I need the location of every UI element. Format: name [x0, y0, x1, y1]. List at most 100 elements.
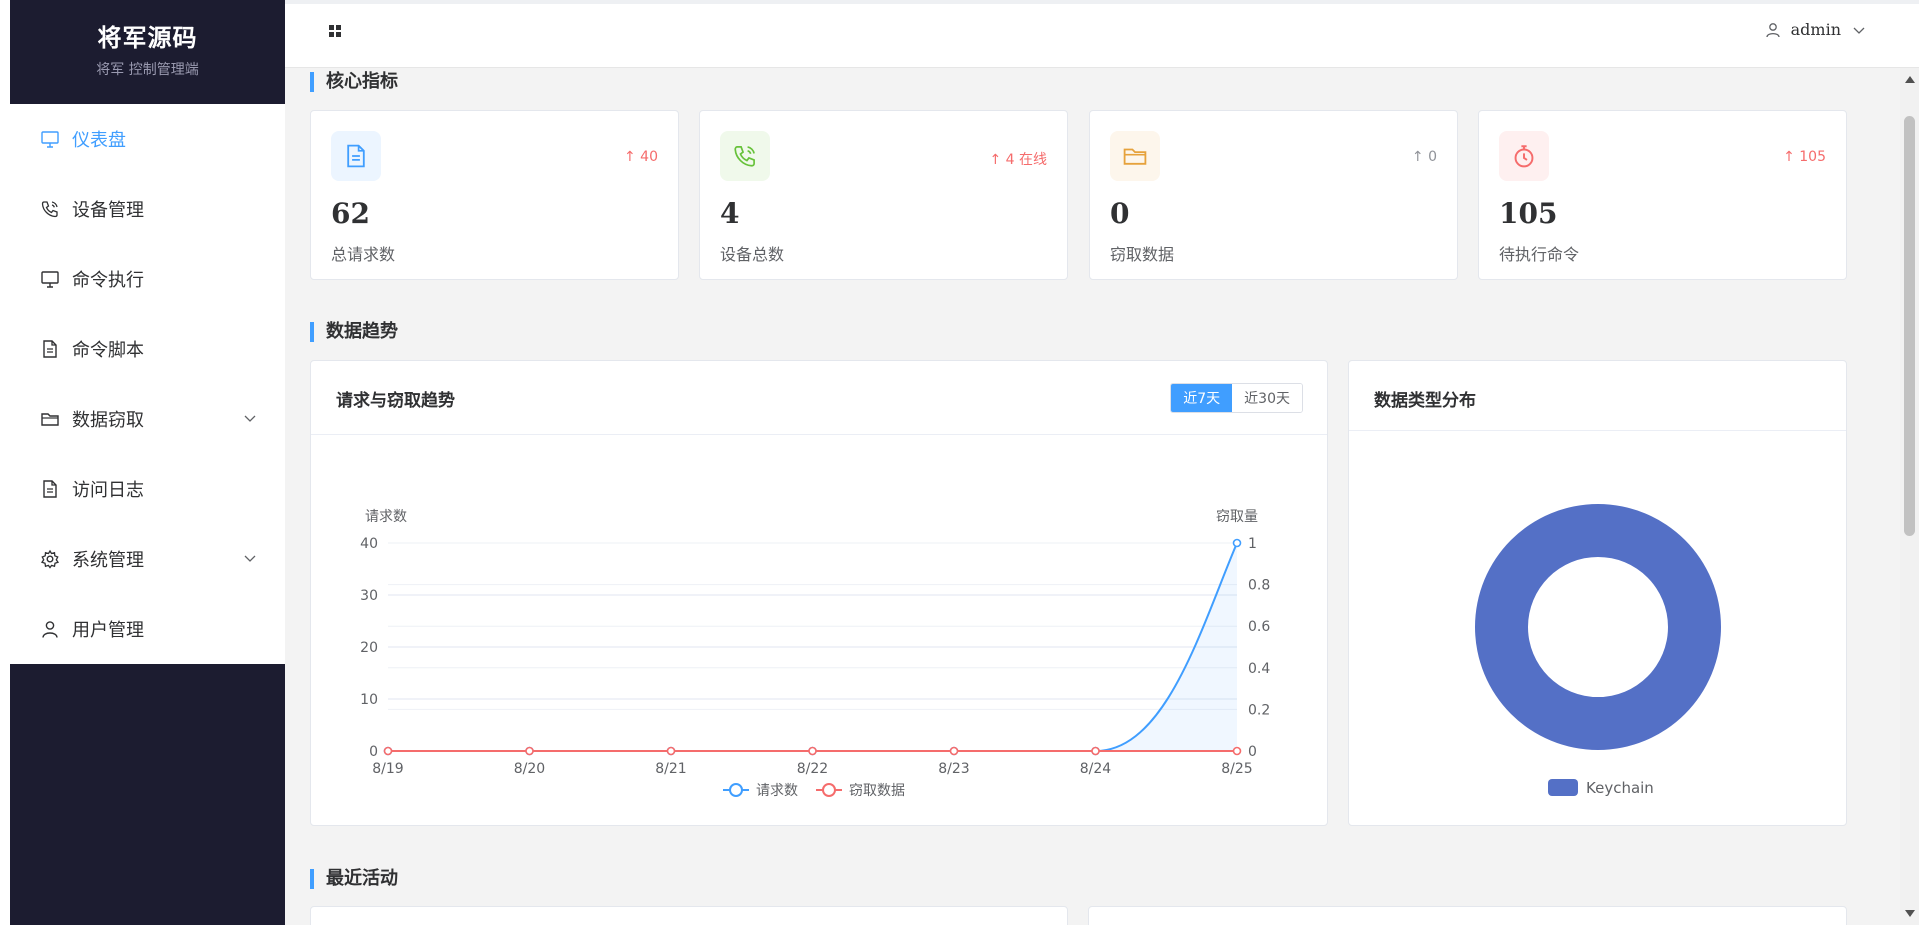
- stat-label: 总请求数: [331, 245, 396, 264]
- chevron-down-icon: [244, 415, 256, 422]
- range-toggle: 近7天 近30天: [1170, 383, 1303, 413]
- brand-title: 将军源码: [97, 24, 198, 52]
- sidebar-item-label: 访问日志: [72, 480, 144, 501]
- recent-card-right: [1088, 906, 1847, 925]
- sidebar-item-0[interactable]: 仪表盘: [10, 104, 285, 174]
- scroll-thumb[interactable]: [1904, 116, 1915, 536]
- user-menu[interactable]: admin: [1765, 20, 1867, 39]
- document-icon: [40, 479, 60, 499]
- stat-label: 待执行命令: [1499, 245, 1580, 264]
- stat-label: 设备总数: [720, 245, 785, 264]
- grid-icon[interactable]: [328, 24, 342, 38]
- sidebar-item-7[interactable]: 用户管理: [10, 594, 285, 664]
- folder-icon: [40, 409, 60, 429]
- sidebar-item-1[interactable]: 设备管理: [10, 174, 285, 244]
- y-tick-label: 20: [360, 640, 378, 656]
- sidebar-item-label: 数据窃取: [72, 410, 144, 431]
- stat-trend: ↑ 0: [1411, 149, 1437, 165]
- stat-value: 105: [1499, 197, 1558, 230]
- user-icon: [1765, 22, 1780, 37]
- stat-value: 0: [1110, 197, 1130, 230]
- document-icon: [40, 339, 60, 359]
- y-right-tick-label: 0.6: [1248, 619, 1270, 635]
- distribution-panel-title: 数据类型分布: [1374, 391, 1476, 411]
- y-tick-label: 40: [360, 536, 378, 552]
- chevron-down-icon: [1853, 27, 1865, 34]
- y-axis-label: 请求数: [365, 509, 407, 525]
- sidebar-item-4[interactable]: 数据窃取: [10, 384, 285, 454]
- legend-swatch-marker: [822, 783, 836, 797]
- sidebar-item-label: 命令执行: [72, 270, 144, 291]
- document-icon: [331, 131, 381, 181]
- legend-swatch: [1548, 779, 1578, 796]
- brand: 将军源码 将军 控制管理端: [10, 0, 285, 104]
- stat-value: 4: [720, 197, 740, 230]
- y-right-tick-label: 0.8: [1248, 578, 1270, 594]
- y-right-axis-label: 窃取量: [1216, 509, 1258, 525]
- sidebar-item-label: 设备管理: [72, 200, 144, 221]
- user-name: admin: [1790, 20, 1841, 39]
- app-root: 将军源码 将军 控制管理端 仪表盘设备管理命令执行命令脚本数据窃取访问日志系统管…: [0, 0, 1919, 925]
- data-point: [1232, 746, 1242, 756]
- x-tick-label: 8/19: [372, 761, 403, 777]
- section-title-recent: 最近活动: [310, 869, 398, 889]
- x-tick-label: 8/22: [797, 761, 828, 777]
- data-point: [1091, 746, 1100, 756]
- sidebar-item-6[interactable]: 系统管理: [10, 524, 285, 594]
- data-point: [666, 746, 676, 756]
- section-title-metrics: 核心指标: [310, 72, 398, 92]
- legend-swatch-marker: [729, 783, 743, 797]
- scroll-up-arrow[interactable]: [1905, 76, 1915, 83]
- y-right-tick-label: 0.4: [1248, 661, 1270, 677]
- y-tick-label: 10: [360, 692, 378, 708]
- brand-subtitle: 将军 控制管理端: [96, 62, 199, 78]
- user-icon: [40, 619, 60, 639]
- monitor-icon: [40, 269, 60, 289]
- sidebar-item-label: 系统管理: [72, 550, 144, 571]
- stat-label: 窃取数据: [1110, 245, 1175, 264]
- sidebar-item-2[interactable]: 命令执行: [10, 244, 285, 314]
- scrollbar[interactable]: [1900, 68, 1919, 925]
- stat-card-0: ↑ 40 62 总请求数: [310, 110, 679, 280]
- y-right-tick-label: 0: [1248, 744, 1257, 760]
- stopwatch-icon: [1499, 131, 1549, 181]
- donut-chart: Keychain: [1475, 504, 1721, 797]
- section-title-trends: 数据趋势: [310, 322, 398, 342]
- data-point: [383, 746, 393, 756]
- scroll-down-arrow[interactable]: [1905, 910, 1915, 917]
- sidebar-item-3[interactable]: 命令脚本: [10, 314, 285, 384]
- gear-icon: [40, 549, 60, 569]
- stat-trend: ↑ 4 在线: [989, 152, 1047, 168]
- stat-value: 62: [331, 197, 370, 230]
- recent-card-left: [310, 906, 1068, 925]
- sidebar-item-5[interactable]: 访问日志: [10, 454, 285, 524]
- x-tick-label: 8/21: [655, 761, 686, 777]
- data-point: [949, 746, 959, 756]
- stat-trend: ↑ 105: [1783, 149, 1826, 165]
- data-point: [808, 746, 817, 756]
- distribution-panel-header: 数据类型分布: [1349, 361, 1846, 431]
- legend-label: 窃取数据: [849, 783, 905, 799]
- legend-label: Keychain: [1586, 779, 1654, 797]
- top-header: admin: [285, 0, 1919, 68]
- sidebar-item-label: 仪表盘: [72, 130, 126, 151]
- trend-panel: 请求与窃取趋势 近7天 近30天 0 10 20 30 40 0 0.2 0.4 0.6 0.8 1…: [310, 360, 1328, 826]
- x-tick-label: 8/25: [1221, 761, 1252, 777]
- stat-trend: ↑ 40: [624, 149, 658, 165]
- data-point: [1232, 538, 1242, 548]
- sidebar: 将军源码 将军 控制管理端 仪表盘设备管理命令执行命令脚本数据窃取访问日志系统管…: [10, 0, 285, 925]
- trend-panel-title: 请求与窃取趋势: [336, 391, 455, 411]
- sidebar-item-label: 命令脚本: [72, 340, 144, 361]
- donut-slice: [1475, 504, 1721, 750]
- distribution-panel: 数据类型分布 Keychain: [1348, 360, 1847, 826]
- phone-icon: [720, 131, 770, 181]
- x-tick-label: 8/20: [514, 761, 545, 777]
- phone-icon: [40, 199, 60, 219]
- sidebar-item-label: 用户管理: [72, 620, 144, 641]
- stat-card-2: ↑ 0 0 窃取数据: [1089, 110, 1458, 280]
- range-7d-button[interactable]: 近7天: [1171, 384, 1233, 412]
- monitor-icon: [40, 129, 60, 149]
- main-content: 核心指标 ↑ 40 62 总请求数 ↑ 4 在线 4 设备总数 ↑ 0 0 窃取数据 ↑ 105 1…: [285, 68, 1900, 925]
- range-30d-button[interactable]: 近30天: [1232, 384, 1302, 412]
- y-tick-label: 30: [360, 588, 378, 604]
